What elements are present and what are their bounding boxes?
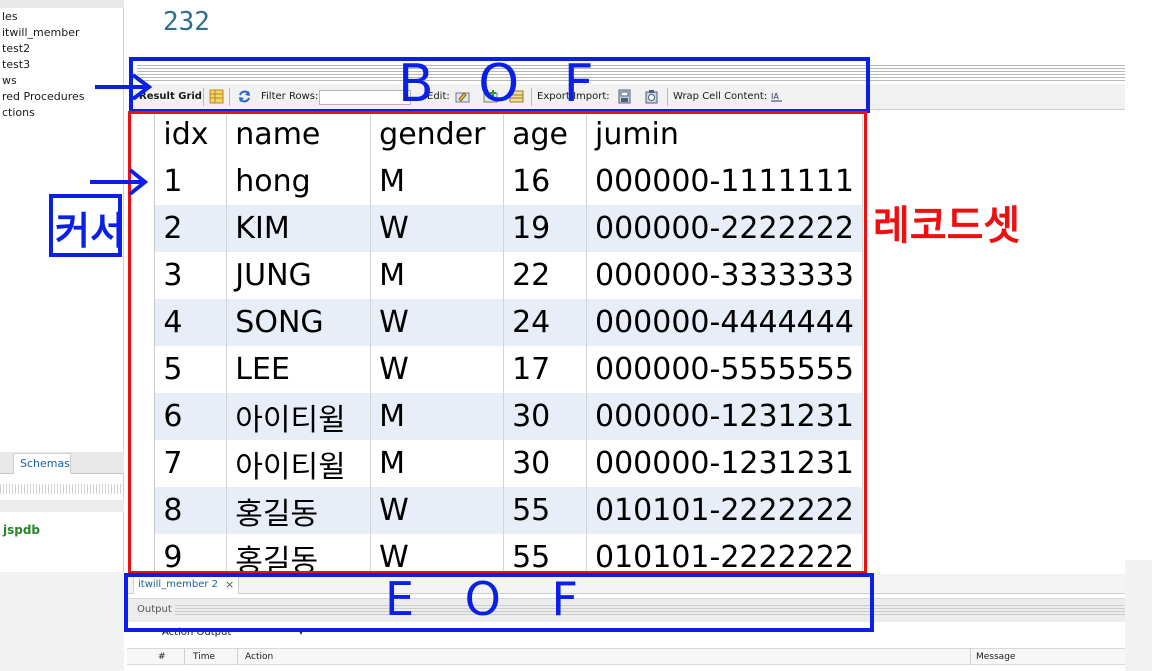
navigator-item-functions[interactable]: ctions [2, 106, 35, 119]
navigator-item-test3[interactable]: test3 [2, 58, 30, 71]
navigator-item-views[interactable]: ws [2, 74, 17, 87]
editor-line-text: 232 [163, 7, 210, 37]
output-col-message: Message [976, 652, 1016, 662]
navigator-item-tables[interactable]: les [2, 10, 18, 23]
tab-schemas[interactable]: Schemas [13, 453, 71, 474]
output-col-separator [237, 649, 238, 666]
navigator-item-stored-procedures[interactable]: red Procedures [2, 90, 85, 103]
output-col-number: # [158, 652, 166, 662]
navigator-bottom-area [0, 572, 124, 671]
recordset-annotation-box [128, 111, 867, 574]
cursor-annotation-label: 커서 [55, 209, 125, 253]
navigator-item-test2[interactable]: test2 [2, 42, 30, 55]
workbench-window: { "navigator": { "items": [ {"label": "l… [0, 0, 1152, 671]
output-col-action: Action [245, 652, 274, 662]
navigator-splitter[interactable] [0, 484, 124, 494]
output-col-separator [184, 649, 185, 666]
output-col-time: Time [193, 652, 216, 662]
bof-annotation-label: B O F [398, 54, 608, 114]
navigator-top-strip [0, 0, 124, 8]
output-col-separator [970, 649, 971, 666]
output-table-header: # Time Action Message [127, 648, 1125, 666]
navigator-item-itwill-member[interactable]: itwill_member [2, 26, 80, 39]
recordset-annotation-label: 레코드셋 [873, 203, 1021, 249]
eof-annotation-label: E O F [385, 572, 596, 626]
info-header [0, 500, 124, 512]
bof-arrow [93, 70, 153, 104]
right-side-panel-edge [1125, 560, 1152, 671]
output-row [127, 665, 1125, 671]
active-schema-name: jspdb [3, 523, 41, 537]
